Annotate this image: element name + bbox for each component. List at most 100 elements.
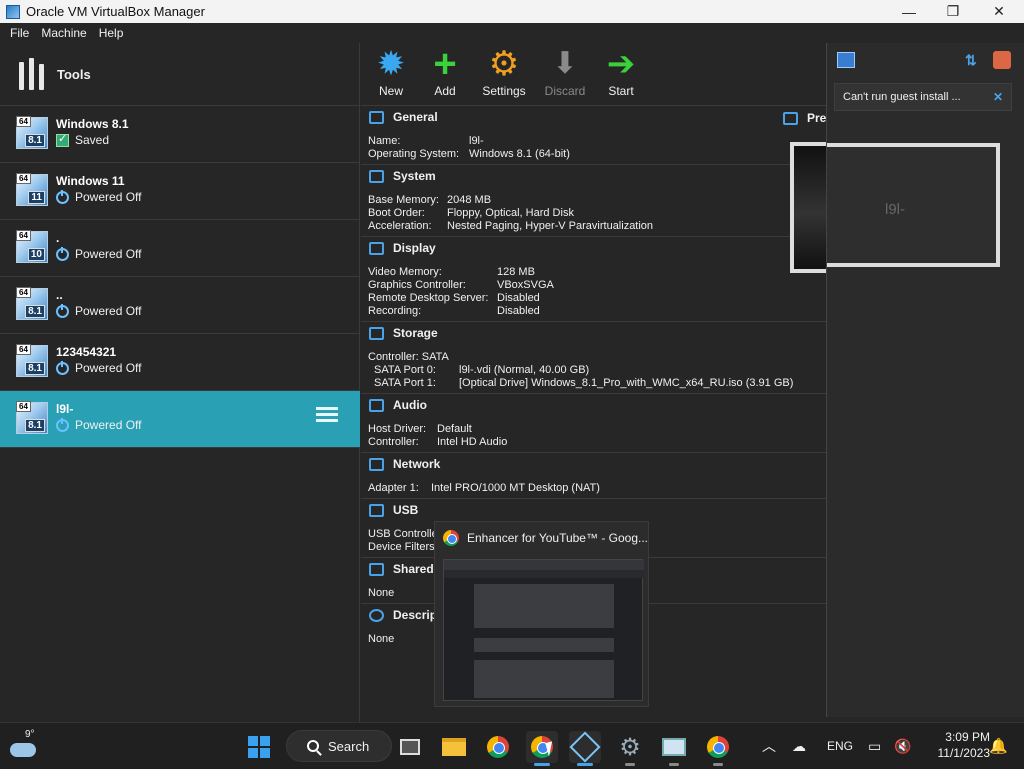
start-button[interactable]: ➔ Start [597,43,645,103]
close-button[interactable]: ✕ [976,0,1022,23]
main-toolbar: ✹ New + Add ⚙ Settings ⬇ Discard ➔ Start [361,43,826,103]
windows-os-icon: 64 10 [16,230,48,263]
vm-list-pane: Tools 648.1 Windows 8.1 Saved 6411 Windo… [0,43,360,722]
clear-all-icon[interactable] [993,51,1011,69]
usb-icon [369,503,384,517]
notification-message: Can't run guest install ... [843,91,961,103]
display-section-header[interactable]: Display [361,236,826,260]
power-off-icon [56,189,69,204]
chrome-icon [443,530,459,546]
windows-os-icon: 64 8.1 [16,401,48,434]
thumbnail-title: Enhancer for YouTube™ - Goog... [467,531,649,545]
close-icon[interactable]: ✕ [993,90,1003,104]
chrome-taskbar-button-2[interactable] [702,731,734,766]
network-section-header[interactable]: Network [361,452,826,476]
settings-button[interactable]: ⚙ Settings [475,43,533,103]
storage-icon [369,326,384,340]
task-view-button[interactable] [394,731,426,763]
audio-icon [369,398,384,412]
system-icon [369,169,384,183]
add-icon: + [433,42,457,86]
virtualbox-taskbar-button[interactable] [569,731,601,766]
temperature: 9° [25,729,35,740]
discard-arrow-icon: ⬇ [552,47,578,80]
vm-item[interactable]: 64 8.1 .. Powered Off [0,277,360,334]
vm-state: Saved [56,132,109,147]
tools-item[interactable]: Tools [0,43,360,106]
vm-state: Powered Off [56,189,141,204]
monitor-app-button[interactable] [658,731,690,766]
notification-center: ⇅ Can't run guest install ... ✕ l9l- [826,43,1024,717]
usb-section-header[interactable]: USB [361,498,826,522]
start-menu-button[interactable] [243,731,275,763]
notification-item[interactable]: Can't run guest install ... ✕ [834,83,1012,111]
vm-name: Windows 11 [56,174,125,188]
preview-screen-edge [790,142,827,273]
vm-name: Windows 8.1 [56,117,129,131]
folder-icon [442,738,466,756]
vm-item[interactable]: 64 10 . Powered Off [0,220,360,277]
virtualbox-cube-icon [569,731,601,763]
preview-screen: l9l- [827,143,1000,267]
gear-icon: ⚙ [488,45,520,83]
volume-muted-icon[interactable]: 🔇 [894,723,911,769]
vm-item[interactable]: 648.1 Windows 8.1 Saved [0,106,360,163]
general-section-header[interactable]: General [361,105,826,129]
weather-widget[interactable]: 9° [8,729,48,763]
maximize-button[interactable]: ❐ [930,0,976,23]
folder-icon [369,562,384,576]
system-section-header[interactable]: System [361,164,826,188]
tools-label: Tools [57,66,91,82]
vm-item[interactable]: 64 8.1 123454321 Powered Off [0,334,360,391]
vm-item-selected[interactable]: 64 8.1 l9l- Powered Off [0,391,360,448]
vm-menu-icon[interactable] [316,407,338,429]
search-icon [307,740,319,752]
task-view-icon [400,739,420,755]
cloud-offline-icon[interactable]: ☁ [792,723,806,769]
windows-os-icon: 64 8.1 [16,344,48,377]
taskbar-window-thumbnail[interactable]: Enhancer for YouTube™ - Goog... [434,521,649,707]
language-indicator[interactable]: ENG [827,723,853,769]
menu-file[interactable]: File [10,26,29,40]
preview-screen-text: l9l- [885,201,906,218]
power-off-icon [56,303,69,318]
vm-item[interactable]: 64 11 Windows 11 Powered Off [0,163,360,220]
menu-help[interactable]: Help [99,26,124,40]
new-button[interactable]: ✹ New [367,43,415,103]
date: 11/1/2023 [937,746,991,760]
network-icon [369,457,384,471]
taskbar-search[interactable]: Search [286,730,392,762]
minimize-button[interactable]: — [886,0,932,23]
notification-bell-icon[interactable]: 🔔 [989,723,1008,769]
windows-os-icon: 64 11 [16,173,48,206]
power-off-icon [56,417,69,432]
windows-os-icon: 64 8.1 [16,287,48,320]
vm-state: Powered Off [56,246,141,261]
discard-button[interactable]: ⬇ Discard [539,43,591,103]
window-title: Oracle VM VirtualBox Manager [26,4,205,19]
chevron-up-icon[interactable]: ︿ [762,723,776,769]
notification-flag-icon[interactable] [837,52,855,68]
general-icon [369,110,384,124]
vm-name: l9l- [56,402,74,416]
new-icon: ✹ [376,45,406,83]
description-icon [369,608,384,622]
thumbnail-preview [443,559,644,701]
chrome-taskbar-button[interactable] [482,731,514,763]
storage-section-header[interactable]: Storage [361,321,826,345]
saved-state-icon [56,132,69,147]
vm-name: . [56,231,60,245]
network-icon[interactable]: ▭ [868,723,881,769]
clock[interactable]: 3:09 PM 11/1/2023 [920,729,991,761]
audio-section-header[interactable]: Audio [361,393,826,417]
sort-icon[interactable]: ⇅ [965,52,977,69]
tools-icon [17,58,47,90]
windows-os-icon: 64 8.1 [16,116,48,149]
file-explorer-button[interactable] [438,731,470,763]
settings-taskbar-button[interactable]: ⚙ [614,731,646,766]
chrome-icon [707,736,729,758]
display-icon [369,241,384,255]
add-button[interactable]: + Add [421,43,469,103]
time: 3:09 PM [945,730,990,744]
menu-machine[interactable]: Machine [41,26,86,40]
